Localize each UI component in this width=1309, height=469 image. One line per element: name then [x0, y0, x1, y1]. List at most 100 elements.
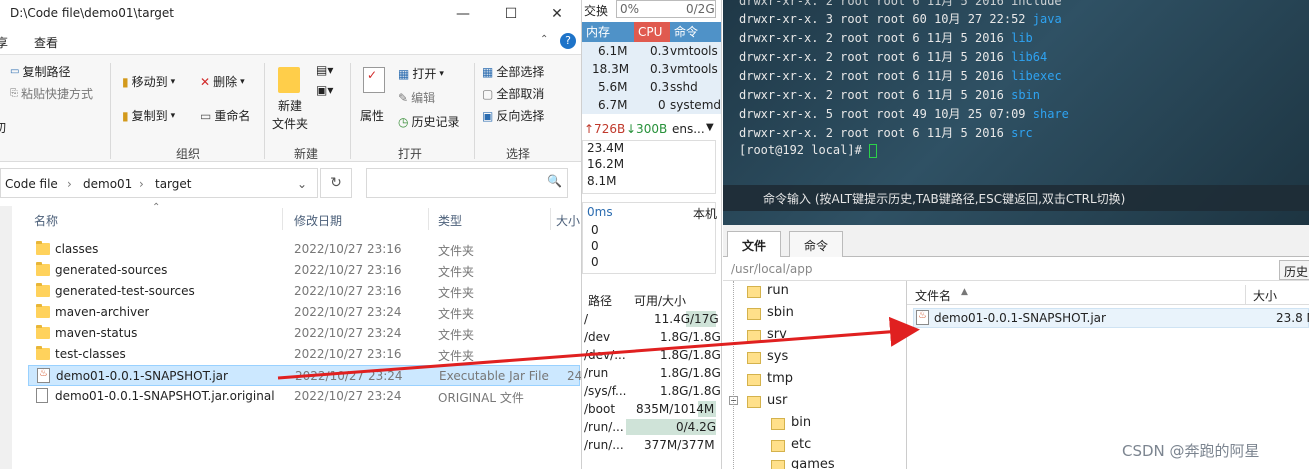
tab-files[interactable]: 文件 — [727, 231, 782, 257]
column-name[interactable]: 名称 — [34, 212, 58, 229]
address-dropdown-icon[interactable]: ⌄ — [297, 177, 307, 191]
search-input[interactable]: 🔍 — [366, 168, 568, 198]
column-filename[interactable]: 文件名 — [915, 287, 951, 304]
breadcrumb-target[interactable]: target — [155, 177, 192, 191]
cut-button[interactable]: 切 — [0, 119, 6, 136]
maximize-button[interactable]: ☐ — [488, 0, 534, 28]
breadcrumb-demo01[interactable]: demo01 — [83, 177, 132, 191]
process-row[interactable]: 18.3M 0.3 vmtools — [582, 60, 721, 78]
easy-access-icon[interactable]: ▣▾ — [316, 83, 333, 97]
terminal-prompt[interactable]: [root@192 local]# — [739, 143, 878, 158]
folder-icon — [747, 308, 761, 320]
tab-commands[interactable]: 命令 — [789, 231, 844, 257]
refresh-icon[interactable]: ↻ — [320, 168, 352, 198]
sort-ascending-icon: ▲ — [961, 287, 968, 297]
file-row-demo01-jar-original[interactable]: demo01-0.0.1-SNAPSHOT.jar.original 2022/… — [28, 386, 580, 407]
disk-row[interactable]: /dev 1.8G/1.8G — [582, 328, 721, 346]
help-icon[interactable]: ? — [560, 33, 576, 49]
tree-item-sbin[interactable]: sbin — [747, 305, 794, 320]
latency-value: 0ms — [587, 205, 613, 219]
delete-button[interactable]: ✕ 删除 ▾ — [200, 73, 245, 90]
properties-icon: ✓ — [363, 67, 385, 93]
column-type[interactable]: 类型 — [438, 212, 462, 229]
ribbon-separator — [474, 63, 475, 159]
disk-row[interactable]: /run/... 0/4.2G — [582, 418, 721, 436]
copy-path-button[interactable]: ▭ 复制路径 — [10, 63, 70, 80]
tree-item-games[interactable]: games — [771, 457, 835, 469]
terminal-line-include: drwxr-xr-x. 2 root root 6 11月 5 2016 inc… — [739, 0, 1062, 8]
tree-item-usr[interactable]: − usr — [729, 393, 787, 408]
terminal-cursor — [869, 143, 878, 158]
invert-selection-button[interactable]: ▣ 反向选择 — [482, 107, 544, 124]
command-input-bar[interactable]: 命令输入 (按ALT键提示历史,TAB键路径,ESC键返回,双击CTRL切换) — [723, 185, 1309, 211]
disk-row[interactable]: /run 1.8G/1.8G — [582, 364, 721, 382]
folder-icon — [771, 418, 785, 430]
process-row[interactable]: 6.7M 0 systemd — [582, 96, 721, 114]
column-cmd[interactable]: 命令 — [670, 22, 721, 42]
disk-row[interactable]: /boot 835M/1014M — [582, 400, 721, 418]
edit-button[interactable]: ✎ 编辑 — [398, 89, 435, 106]
column-cpu[interactable]: CPU — [634, 22, 670, 42]
move-to-button[interactable]: ▮ 移动到 ▾ — [122, 73, 175, 90]
tab-share[interactable]: 享 — [0, 34, 8, 51]
delete-icon: ✕ — [200, 74, 211, 89]
ssh-terminal[interactable]: drwxr-xr-x. 2 root root 6 11月 5 2016 inc… — [723, 0, 1309, 225]
group-label-new: 新建 — [294, 147, 319, 161]
collapse-icon[interactable]: − — [729, 396, 738, 405]
copy-to-button[interactable]: ▮ 复制到 ▾ — [122, 107, 175, 124]
tree-item-bin[interactable]: bin — [771, 415, 811, 430]
paste-shortcut-button[interactable]: ⎘ 粘贴快捷方式 — [10, 85, 93, 102]
disk-row[interactable]: /dev/... 1.8G/1.8G — [582, 346, 721, 364]
tree-item-sys[interactable]: sys — [747, 349, 788, 364]
tree-item-etc[interactable]: etc — [771, 437, 811, 452]
file-row-maven-archiver[interactable]: maven-archiver 2022/10/27 23:24 文件夹 — [28, 302, 580, 323]
column-usage[interactable]: 可用/大小 — [634, 292, 686, 309]
remote-file-row-jar[interactable]: demo01-0.0.1-SNAPSHOT.jar 23.8 M — [913, 308, 1309, 328]
column-date[interactable]: 修改日期 — [294, 212, 342, 229]
column-size[interactable]: 大小 — [556, 212, 580, 229]
group-label-open: 打开 — [398, 147, 423, 161]
properties-button[interactable]: ✓ 属性 — [356, 63, 392, 133]
select-all-icon: ▦ — [482, 64, 494, 79]
tree-item-srv[interactable]: srv — [747, 327, 787, 342]
file-row-demo01-jar[interactable]: demo01-0.0.1-SNAPSHOT.jar 2022/10/27 23:… — [28, 365, 581, 386]
sort-ascending-icon: ⌃ — [152, 202, 161, 213]
disk-row[interactable]: /run/... 377M/377M — [582, 436, 721, 454]
history-button[interactable]: 历史 — [1279, 260, 1309, 280]
latency-host: 本机 — [693, 207, 718, 221]
swap-label: 交换 — [584, 4, 609, 18]
history-button[interactable]: ◷ 历史记录 — [398, 113, 460, 130]
file-row-maven-status[interactable]: maven-status 2022/10/27 23:24 文件夹 — [28, 323, 580, 344]
disk-row[interactable]: /sys/f... 1.8G/1.8G — [582, 382, 721, 400]
ribbon-toolbar: ▭ 复制路径 ⎘ 粘贴快捷方式 切 ▮ 移动到 ▾ ▮ 复制到 ▾ ✕ 删除 ▾… — [0, 54, 581, 162]
new-folder-button[interactable]: 新建 文件夹 — [272, 63, 308, 133]
remote-path-input[interactable]: /usr/local/app — [731, 262, 812, 276]
column-path[interactable]: 路径 — [588, 292, 612, 309]
close-button[interactable]: ✕ — [534, 0, 580, 28]
open-button[interactable]: ▦ 打开 ▾ — [398, 65, 444, 82]
tab-view[interactable]: 查看 — [34, 34, 58, 51]
breadcrumb-code-file[interactable]: Code file — [5, 177, 58, 191]
rename-button[interactable]: ▭ 重命名 — [200, 107, 250, 124]
file-row-generated-test-sources[interactable]: generated-test-sources 2022/10/27 23:16 … — [28, 281, 580, 302]
net-dropdown-icon[interactable]: ▼ — [706, 122, 714, 133]
file-row-generated-sources[interactable]: generated-sources 2022/10/27 23:16 文件夹 — [28, 260, 580, 281]
file-row-test-classes[interactable]: test-classes 2022/10/27 23:16 文件夹 — [28, 344, 580, 365]
dropdown-arrow-icon: ▾ — [439, 68, 444, 79]
column-size[interactable]: 大小 — [1253, 287, 1277, 304]
address-bar[interactable]: Code file › demo01 › target ⌄ — [0, 168, 318, 198]
file-row-classes[interactable]: classes 2022/10/27 23:16 文件夹 — [28, 239, 580, 260]
process-row[interactable]: 5.6M 0.3 sshd — [582, 78, 721, 96]
ribbon-collapse-icon[interactable]: ⌃ — [540, 34, 548, 45]
tree-item-tmp[interactable]: tmp — [747, 371, 793, 386]
folder-icon — [36, 325, 50, 339]
select-all-button[interactable]: ▦ 全部选择 — [482, 63, 544, 80]
column-mem[interactable]: 内存 — [582, 22, 634, 42]
minimize-button[interactable]: — — [440, 0, 486, 28]
new-item-icon[interactable]: ▤▾ — [316, 63, 333, 77]
select-none-button[interactable]: ▢ 全部取消 — [482, 85, 544, 102]
disk-row[interactable]: / 11.4G/17G — [582, 310, 721, 328]
process-row[interactable]: 6.1M 0.3 vmtools — [582, 42, 721, 60]
paste-shortcut-icon: ⎘ — [10, 88, 18, 99]
tree-item-run[interactable]: run — [747, 283, 789, 298]
